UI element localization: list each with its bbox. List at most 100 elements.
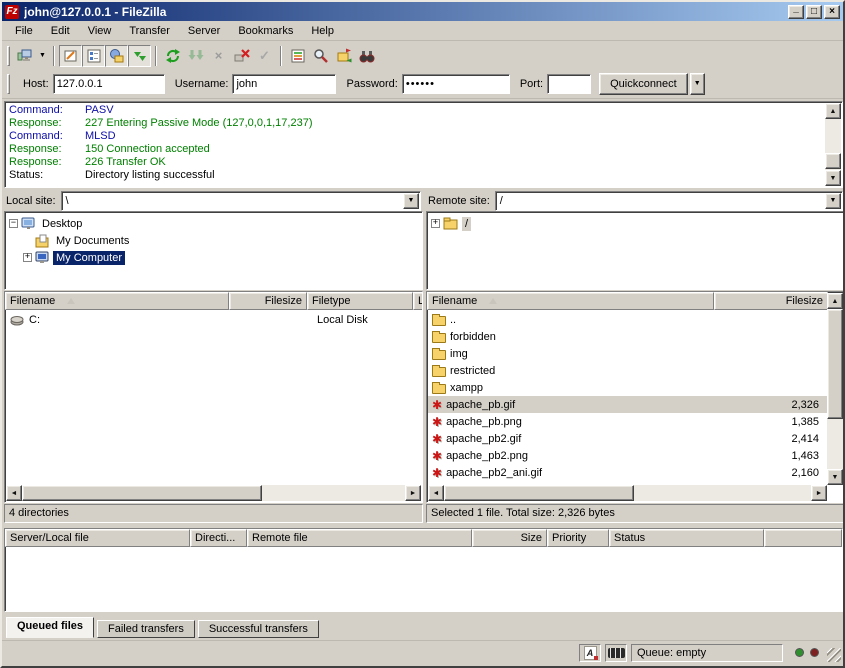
port-label: Port: [520, 78, 543, 90]
remote-file-row[interactable]: apache_pb.png 1,385 [428, 413, 827, 430]
password-input[interactable] [402, 74, 510, 94]
minimize-button[interactable]: _ [788, 5, 804, 19]
toolbar: ▼ [2, 42, 843, 69]
scroll-right-icon[interactable]: ► [811, 485, 827, 501]
scrollbar-thumb[interactable] [827, 309, 843, 419]
cancel-button[interactable]: × [207, 45, 230, 67]
file-size: 2,414 [719, 433, 827, 445]
tree-item-desktop[interactable]: − Desktop [9, 215, 422, 232]
vertical-splitter[interactable] [423, 190, 426, 523]
synchronized-browsing-button[interactable] [332, 45, 355, 67]
remote-treeview-toggle[interactable] [105, 45, 128, 67]
column-header-filesize[interactable]: Filesize [229, 292, 307, 310]
quickconnect-bar: Host: Username: Password: Port: Quickcon… [2, 69, 843, 99]
remote-file-row[interactable]: apache_pb2.gif 2,414 [428, 430, 827, 447]
menu-item[interactable]: Edit [42, 22, 79, 40]
column-header-filename[interactable]: Filename [5, 292, 229, 310]
file-icon [432, 333, 446, 343]
tab-queued-files[interactable]: Queued files [6, 617, 94, 638]
log-scrollbar[interactable]: ▲ ▼ [825, 103, 841, 186]
menu-item[interactable]: Bookmarks [229, 22, 302, 40]
scrollbar-thumb[interactable] [444, 485, 634, 501]
tree-item-my-documents[interactable]: My Documents [9, 232, 422, 249]
toolbar-grip[interactable] [7, 46, 10, 66]
remote-vscrollbar[interactable]: ▲ ▼ [827, 293, 843, 485]
local-hscrollbar[interactable]: ◄ ► [6, 485, 421, 501]
remote-file-row[interactable]: apache_pb.gif 2,326 [428, 396, 827, 413]
tree-item-label: Desktop [39, 217, 85, 231]
remote-file-row[interactable]: apache_pb2_ani.gif 2,160 [428, 464, 827, 481]
menu-item[interactable]: View [79, 22, 121, 40]
column-header-direction[interactable]: Directi... [190, 529, 247, 547]
quickconnect-grip[interactable] [7, 74, 10, 94]
disconnect-button[interactable] [230, 45, 253, 67]
expand-icon[interactable]: + [431, 219, 440, 228]
site-manager-dropdown[interactable]: ▼ [36, 45, 49, 67]
filter-button[interactable] [355, 45, 378, 67]
scroll-down-icon[interactable]: ▼ [825, 170, 841, 186]
tab-failed-transfers[interactable]: Failed transfers [97, 620, 195, 638]
remote-file-row[interactable]: img [428, 345, 827, 362]
site-manager-button[interactable] [13, 45, 36, 67]
remote-file-row[interactable]: forbidden [428, 328, 827, 345]
scroll-down-icon[interactable]: ▼ [827, 469, 843, 485]
scrollbar-thumb[interactable] [22, 485, 262, 501]
remote-hscrollbar[interactable]: ◄ ► [428, 485, 827, 501]
remote-site-combo[interactable]: / ▼ [495, 191, 843, 211]
column-header-size[interactable]: Size [472, 529, 547, 547]
column-header-priority[interactable]: Priority [547, 529, 609, 547]
column-header-filesize[interactable]: Filesize [714, 292, 828, 310]
queue-status: Queue: empty [631, 644, 783, 662]
column-header-filename[interactable]: Filename [427, 292, 714, 310]
chevron-down-icon[interactable]: ▼ [403, 193, 419, 209]
file-search-button[interactable] [309, 45, 332, 67]
resize-grip[interactable] [827, 648, 841, 662]
transfer-queue-toggle[interactable] [128, 45, 151, 67]
quickconnect-dropdown[interactable]: ▼ [690, 73, 705, 95]
remote-file-row[interactable]: .. [428, 311, 827, 328]
username-input[interactable] [232, 74, 336, 94]
speedlimit-indicator[interactable] [605, 644, 627, 662]
column-header-server-local-file[interactable]: Server/Local file [5, 529, 190, 547]
file-size: 1,385 [719, 416, 827, 428]
column-header-remote-file[interactable]: Remote file [247, 529, 472, 547]
app-icon[interactable]: Fz [5, 5, 19, 19]
collapse-icon[interactable]: − [9, 219, 18, 228]
expand-icon[interactable]: + [23, 253, 32, 262]
datatype-indicator[interactable]: A [579, 644, 601, 662]
menu-item[interactable]: Help [302, 22, 343, 40]
port-input[interactable] [547, 74, 591, 94]
refresh-button[interactable] [161, 45, 184, 67]
message-log-toggle[interactable] [59, 45, 82, 67]
column-header-status[interactable]: Status [609, 529, 764, 547]
scroll-left-icon[interactable]: ◄ [428, 485, 444, 501]
column-header-lastmodified[interactable]: L [413, 292, 422, 310]
tree-item-root[interactable]: + / [431, 215, 844, 232]
local-treeview-toggle[interactable] [82, 45, 105, 67]
process-queue-button[interactable] [184, 45, 207, 67]
chevron-down-icon[interactable]: ▼ [825, 193, 841, 209]
scroll-up-icon[interactable]: ▲ [827, 293, 843, 309]
scroll-right-icon[interactable]: ► [405, 485, 421, 501]
remote-site-label: Remote site: [428, 195, 490, 207]
reconnect-button[interactable]: ✓ [253, 45, 276, 67]
scrollbar-thumb[interactable] [825, 153, 841, 169]
column-header-filetype[interactable]: Filetype [307, 292, 413, 310]
close-button[interactable]: × [824, 5, 840, 19]
menu-item[interactable]: File [6, 22, 42, 40]
remote-file-row[interactable]: xampp [428, 379, 827, 396]
quickconnect-button[interactable]: Quickconnect [599, 73, 688, 95]
menu-item[interactable]: Transfer [120, 22, 179, 40]
local-site-combo[interactable]: \ ▼ [61, 191, 421, 211]
local-file-row[interactable]: C: Local Disk [6, 311, 421, 328]
remote-file-row[interactable]: apache_pb2.png 1,463 [428, 447, 827, 464]
scroll-left-icon[interactable]: ◄ [6, 485, 22, 501]
directory-listing-button[interactable] [286, 45, 309, 67]
maximize-button[interactable]: □ [806, 5, 822, 19]
tab-successful-transfers[interactable]: Successful transfers [198, 620, 319, 638]
menu-item[interactable]: Server [179, 22, 229, 40]
scroll-up-icon[interactable]: ▲ [825, 103, 841, 119]
tree-item-my-computer[interactable]: + My Computer [9, 249, 422, 266]
host-input[interactable] [53, 74, 165, 94]
remote-file-row[interactable]: restricted [428, 362, 827, 379]
